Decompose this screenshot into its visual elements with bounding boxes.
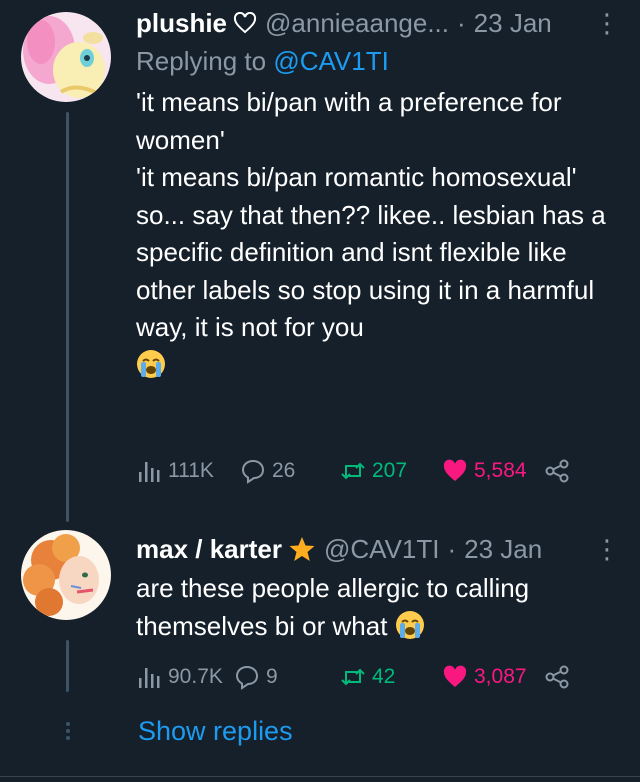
views-count: 90.7K xyxy=(168,665,223,688)
tweet-actions: 90.7K 9 42 3,087 xyxy=(136,664,570,698)
show-replies-link[interactable]: Show replies xyxy=(138,716,293,747)
like-count: 3,087 xyxy=(474,665,527,688)
reply-icon xyxy=(241,459,265,484)
tweet-text: are these people allergic to calling the… xyxy=(136,570,620,645)
thread-connector-line xyxy=(66,112,69,522)
share-icon[interactable] xyxy=(544,458,570,484)
reply-count: 9 xyxy=(266,665,278,688)
analytics-icon xyxy=(139,462,160,482)
heart-filled-icon xyxy=(443,665,467,687)
star-icon xyxy=(289,537,315,561)
retweet-button[interactable]: 207 xyxy=(340,458,407,484)
avatar[interactable] xyxy=(21,530,111,620)
retweet-count: 207 xyxy=(372,459,408,482)
display-name[interactable]: plushie xyxy=(136,6,227,40)
retweet-icon xyxy=(341,668,365,686)
tweet-header: max / karter @CAV1TI · 23 Jan xyxy=(136,532,620,566)
like-button[interactable]: 3,087 xyxy=(442,664,527,690)
tweet-date[interactable]: 23 Jan xyxy=(464,532,542,566)
heart-filled-icon xyxy=(443,459,467,481)
reply-button[interactable]: 26 xyxy=(240,458,295,484)
thread-connector-line xyxy=(66,640,69,692)
replying-prefix: Replying to xyxy=(136,46,267,76)
views-count: 111K xyxy=(168,459,214,482)
more-options-icon[interactable]: ⋮ xyxy=(594,534,620,565)
reply-button[interactable]: 9 xyxy=(234,664,278,690)
loudly-crying-face-emoji xyxy=(395,610,424,639)
user-handle[interactable]: @annieaange... xyxy=(265,6,449,40)
views-button[interactable]: 90.7K xyxy=(136,664,223,690)
heart-outline-icon xyxy=(233,12,257,34)
analytics-icon xyxy=(139,668,160,688)
replying-to: Replying to @CAV1TI xyxy=(136,44,620,78)
retweet-count: 42 xyxy=(372,665,396,688)
tweet-text-line: are these people allergic to calling the… xyxy=(136,573,530,641)
avatar[interactable] xyxy=(21,12,111,102)
retweet-icon xyxy=(341,462,365,480)
separator-dot: · xyxy=(447,534,457,564)
mention-link[interactable]: @CAV1TI xyxy=(273,46,389,76)
tweet-actions: 111K 26 207 5,584 xyxy=(136,458,570,492)
more-replies-dots xyxy=(66,722,70,743)
separator-dot: · xyxy=(457,8,466,38)
tweet-text-line: 'it means bi/pan romantic homosexual' xyxy=(136,162,577,192)
tweet-text: 'it means bi/pan with a preference for w… xyxy=(136,84,620,384)
loudly-crying-face-emoji xyxy=(137,349,165,378)
tweet-text-line: so... say that then?? likee.. lesbian ha… xyxy=(136,199,606,343)
user-handle[interactable]: @CAV1TI xyxy=(324,532,440,566)
reply-icon xyxy=(235,665,259,690)
tweet-text-line: 'it means bi/pan with a preference for w… xyxy=(136,87,562,155)
divider xyxy=(0,776,640,777)
display-name[interactable]: max / karter xyxy=(136,532,282,566)
retweet-button[interactable]: 42 xyxy=(340,664,395,690)
tweet-header: plushie @annieaange... · 23 Jan xyxy=(136,6,620,40)
reply-count: 26 xyxy=(272,459,296,482)
share-icon[interactable] xyxy=(544,664,570,690)
like-count: 5,584 xyxy=(474,459,527,482)
views-button[interactable]: 111K xyxy=(136,458,214,484)
more-options-icon[interactable]: ⋮ xyxy=(594,8,620,39)
like-button[interactable]: 5,584 xyxy=(442,458,527,484)
tweet-date[interactable]: 23 Jan xyxy=(474,6,552,40)
